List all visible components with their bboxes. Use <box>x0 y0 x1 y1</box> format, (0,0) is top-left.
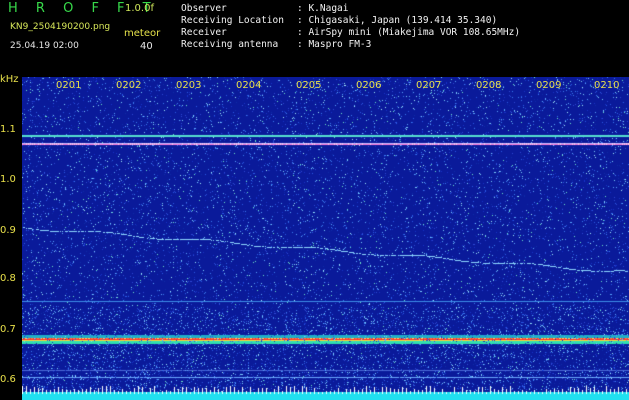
info-value: : AirSpy mini (Miakejima VOR 108.65MHz) <box>297 27 521 38</box>
info-antenna: Receiving antenna : Maspro FM-3 <box>181 39 371 50</box>
info-receiver: Receiver : AirSpy mini (Miakejima VOR 108… <box>181 27 520 38</box>
info-key: Receiving Location <box>181 15 284 26</box>
x-tick-label: 0209 <box>536 80 562 91</box>
filename-label: KN9_2504190200.png <box>10 22 111 32</box>
count-label: 40 <box>140 41 153 52</box>
x-tick-label: 0210 <box>594 80 620 91</box>
x-tick-label: 0201 <box>56 80 82 91</box>
spectrogram-canvas <box>22 77 629 400</box>
x-tick-label: 0205 <box>296 80 322 91</box>
info-value: : Chigasaki, Japan (139.414 35.340) <box>297 15 498 26</box>
info-value: : K.Nagai <box>297 3 349 14</box>
y-tick-label: 1.0 <box>0 174 16 185</box>
info-key: Receiving antenna <box>181 39 279 50</box>
info-key: Observer <box>181 3 227 14</box>
x-tick-label: 0202 <box>116 80 142 91</box>
x-tick-label: 0206 <box>356 80 382 91</box>
version-label: 1.0.0f <box>125 3 154 14</box>
info-location: Receiving Location : Chigasaki, Japan (13… <box>181 15 497 26</box>
x-tick-label: 0204 <box>236 80 262 91</box>
y-unit-label: kHz <box>0 74 19 85</box>
datetime-label: 25.04.19 02:00 <box>10 41 79 51</box>
info-key: Receiver <box>181 27 227 38</box>
mode-label: meteor <box>124 28 161 39</box>
x-tick-label: 0208 <box>476 80 502 91</box>
header-panel: H R O F F T 1.0.0f KN9_2504190200.png me… <box>0 0 629 76</box>
info-value: : Maspro FM-3 <box>297 39 372 50</box>
y-tick-label: 0.6 <box>0 374 16 385</box>
y-tick-label: 0.9 <box>0 225 16 236</box>
x-tick-label: 0207 <box>416 80 442 91</box>
x-tick-label: 0203 <box>176 80 202 91</box>
info-observer: Observer : K.Nagai <box>181 3 348 14</box>
y-tick-label: 0.8 <box>0 273 16 284</box>
y-tick-label: 1.1 <box>0 124 16 135</box>
y-tick-label: 0.7 <box>0 324 16 335</box>
